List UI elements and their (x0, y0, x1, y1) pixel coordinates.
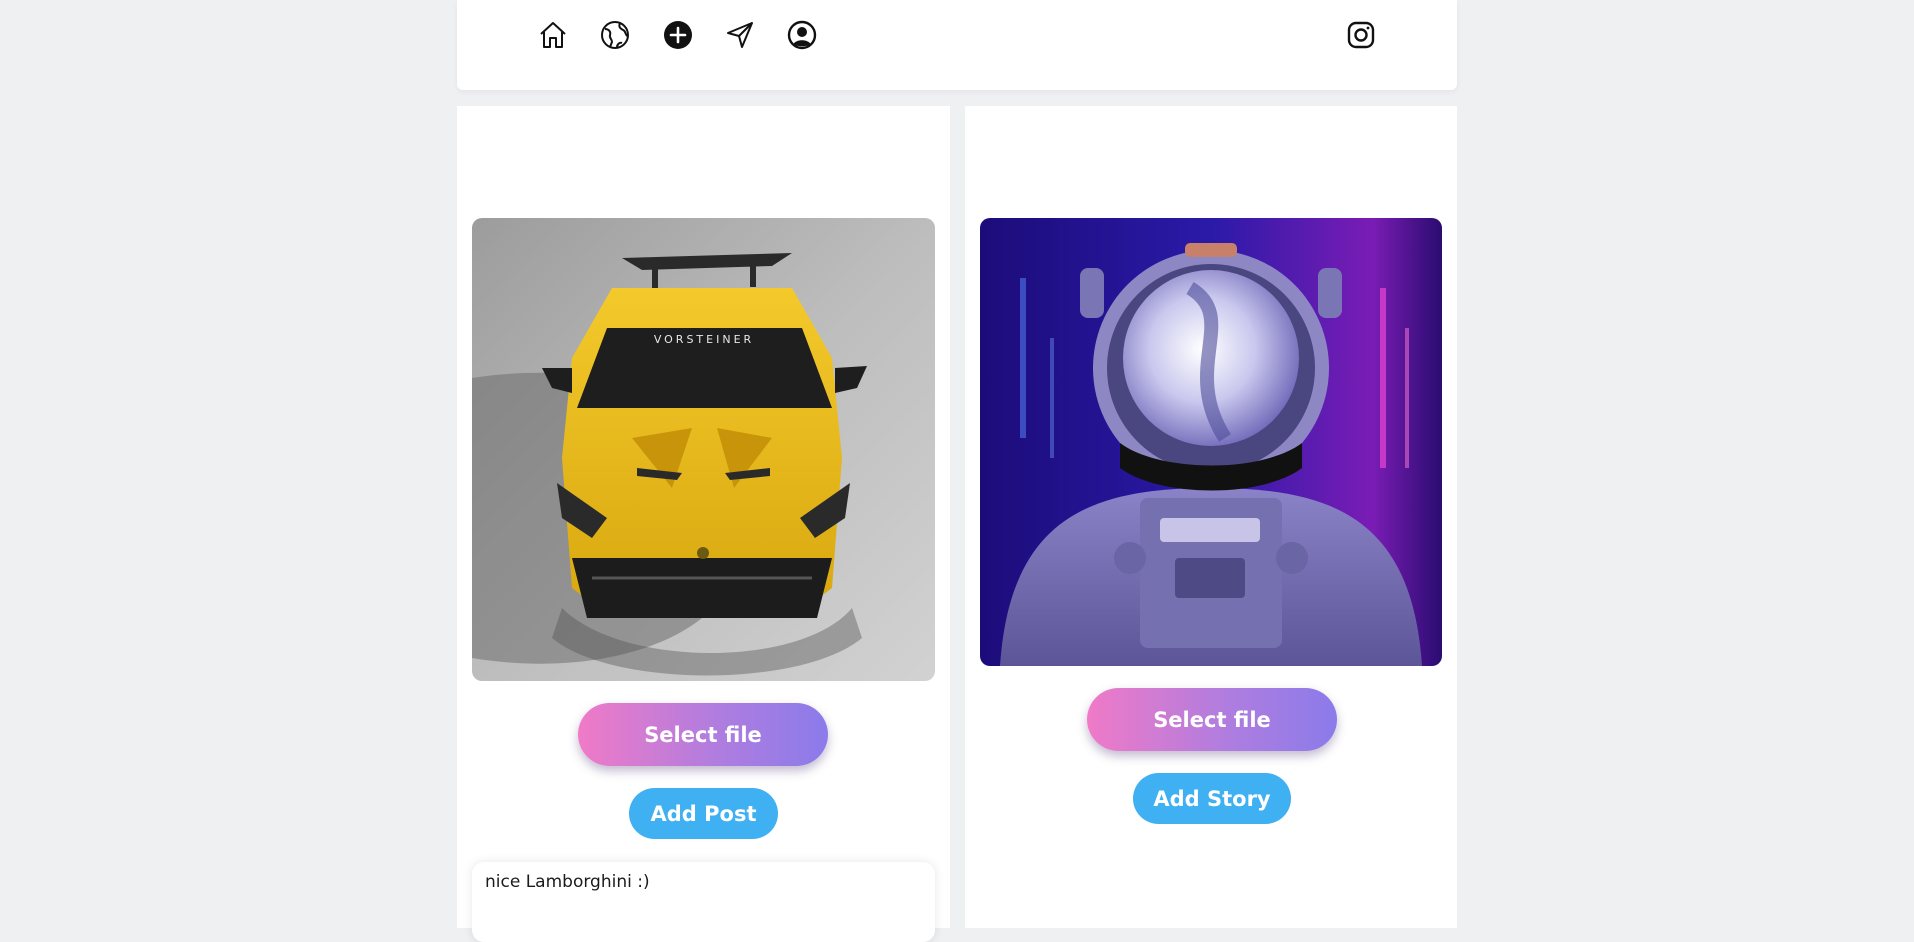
story-panel: Select file Add Story (965, 106, 1457, 928)
add-circle-icon[interactable] (660, 17, 696, 53)
svg-text:VORSTEINER: VORSTEINER (654, 333, 754, 346)
send-icon[interactable] (722, 17, 758, 53)
comment-card: nice Lamborghini :) (472, 862, 935, 942)
globe-icon[interactable] (597, 17, 633, 53)
home-icon[interactable] (535, 17, 571, 53)
post-select-file-button[interactable]: Select file (578, 703, 828, 766)
add-story-button[interactable]: Add Story (1133, 773, 1291, 824)
story-image-preview (980, 218, 1442, 666)
top-navbar (457, 0, 1457, 90)
post-image-preview: VORSTEINER (472, 218, 935, 681)
add-post-button[interactable]: Add Post (629, 788, 778, 839)
comment-text: nice Lamborghini :) (485, 872, 650, 892)
story-select-file-button[interactable]: Select file (1087, 688, 1337, 751)
post-panel: VORSTEINER Select file Add Post nice Lam… (457, 106, 950, 942)
instagram-icon[interactable] (1343, 17, 1379, 53)
profile-icon[interactable] (784, 17, 820, 53)
